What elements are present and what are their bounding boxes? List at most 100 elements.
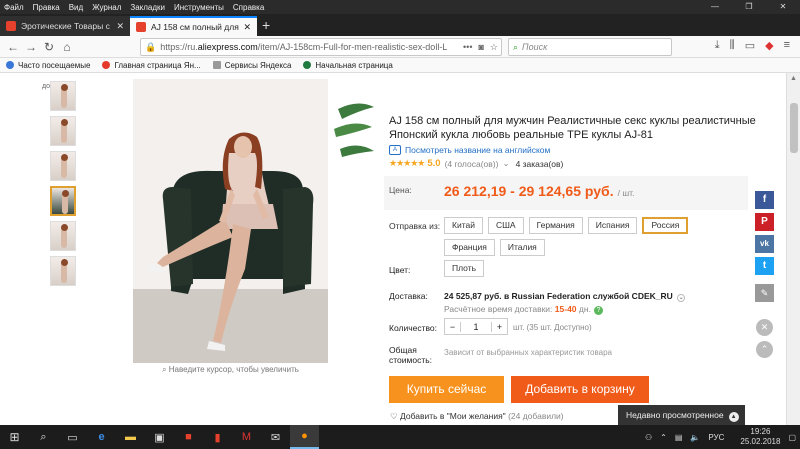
windows-start-icon[interactable]: ⊞	[0, 425, 29, 449]
notifications-icon[interactable]: ▢	[788, 433, 796, 442]
thumbnail-head	[61, 84, 68, 91]
close-tab-icon[interactable]: ✕	[243, 22, 251, 33]
color-option-flesh[interactable]: Плоть	[444, 260, 485, 277]
scroll-up-arrow-icon[interactable]: ▲	[790, 75, 797, 82]
ship-option-russia[interactable]: Россия	[642, 217, 689, 234]
search-icon[interactable]: ⌕	[29, 425, 58, 449]
search-box[interactable]: ⌕ Поиск	[508, 38, 672, 56]
library-icon[interactable]: ⫼	[730, 39, 735, 52]
app-icon[interactable]: M	[232, 425, 261, 449]
thumbnail[interactable]	[50, 116, 76, 146]
minimize-icon[interactable]: —	[698, 0, 732, 14]
extension-icon[interactable]: ◆	[765, 39, 773, 52]
thumbnail-selected[interactable]	[50, 186, 76, 216]
tab-erotic-goods[interactable]: Эротические Товары с беспл ✕	[0, 16, 130, 36]
ship-option-italy[interactable]: Италия	[499, 239, 545, 256]
ship-option-china[interactable]: Китай	[444, 217, 483, 234]
ship-option-france[interactable]: Франция	[444, 239, 495, 256]
bookmarks-bar: Часто посещаемые Главная страница Ян... …	[0, 58, 800, 73]
reload-icon[interactable]: ↻	[40, 40, 58, 54]
menu-history[interactable]: Журнал	[92, 3, 121, 12]
thumbnail[interactable]	[50, 81, 76, 111]
decrease-button[interactable]: −	[445, 321, 461, 332]
ship-option-spain[interactable]: Испания	[587, 217, 638, 234]
bookmark-yandex-services[interactable]: Сервисы Яндекса	[212, 61, 291, 70]
scrollbar-thumb[interactable]	[790, 103, 798, 153]
restore-icon[interactable]: ❐	[732, 0, 766, 14]
total-value: Зависит от выбранных характеристик товар…	[444, 348, 612, 357]
delivery-info[interactable]: 24 525,87 руб. в Russian Federation служ…	[444, 291, 686, 302]
add-to-cart-button[interactable]: Добавить в корзину	[511, 376, 649, 403]
pdf-app-icon[interactable]: ▮	[203, 425, 232, 449]
bookmark-yandex-home[interactable]: Главная страница Ян...	[102, 61, 201, 70]
main-product-image[interactable]	[133, 79, 328, 363]
total-label-text: Общая стоимость:	[389, 345, 433, 365]
menu-edit[interactable]: Правка	[33, 3, 60, 12]
new-tab-icon[interactable]: +	[262, 16, 270, 34]
ship-option-usa[interactable]: США	[487, 217, 524, 234]
chevron-up-icon[interactable]: ⌃	[660, 433, 667, 442]
facebook-icon[interactable]: f	[755, 191, 774, 209]
bookmark-frequent[interactable]: Часто посещаемые	[6, 61, 90, 70]
menu-icon[interactable]: ≡	[784, 39, 790, 52]
menu-tools[interactable]: Инструменты	[174, 3, 224, 12]
vk-icon[interactable]: vk	[755, 235, 774, 253]
plant-image	[334, 103, 374, 157]
recently-viewed-label: Недавно просмотренное	[626, 410, 724, 420]
menu-view[interactable]: Вид	[69, 3, 83, 12]
mail-icon[interactable]: ✉	[261, 425, 290, 449]
clock[interactable]: 19:26 25.02.2018	[732, 427, 780, 447]
thumbnail[interactable]	[50, 256, 76, 286]
quantity-input[interactable]: 1	[461, 322, 491, 332]
chevron-down-icon[interactable]: ⌄	[502, 158, 509, 169]
network-icon[interactable]: ▤	[675, 433, 683, 442]
pinterest-icon[interactable]: P	[755, 213, 774, 231]
scroll-up-icon[interactable]: ⌃	[756, 341, 773, 358]
bookmark-label: Начальная страница	[315, 60, 393, 70]
mail-app-icon[interactable]: ■	[174, 425, 203, 449]
forward-icon[interactable]: →	[22, 40, 40, 54]
ship-option-germany[interactable]: Германия	[528, 217, 583, 234]
recently-viewed-panel[interactable]: Недавно просмотренное ▲	[618, 405, 745, 425]
home-icon[interactable]: ⌂	[58, 40, 76, 54]
zoom-hint: ⌕ Наведите курсор, чтобы увеличить	[133, 365, 328, 375]
chevron-down-icon[interactable]: ⌄	[677, 294, 686, 302]
bookmark-star-icon[interactable]: ☆	[490, 42, 498, 53]
wishlist-link[interactable]: ♡ Добавить в "Мои желания" (24 добавили)	[390, 411, 564, 422]
page-actions-icon[interactable]: •••	[463, 42, 472, 52]
bookmark-start-page[interactable]: Начальная страница	[303, 60, 393, 70]
thumbnail[interactable]	[50, 221, 76, 251]
download-icon[interactable]: ⤓	[715, 39, 720, 52]
pocket-icon[interactable]: ◙	[478, 42, 483, 52]
edge-icon[interactable]: e	[87, 425, 116, 449]
tab-product[interactable]: AJ 158 см полный для мужчин ✕	[130, 16, 257, 36]
help-icon[interactable]: ?	[593, 306, 603, 315]
buy-now-button[interactable]: Купить сейчас	[389, 376, 504, 403]
menu-bookmarks[interactable]: Закладки	[130, 3, 165, 12]
volume-icon[interactable]: 🔈	[690, 433, 700, 442]
firefox-icon[interactable]: ●	[290, 425, 319, 449]
share-buttons: f P vk t	[755, 191, 774, 279]
sidebar-icon[interactable]: ▭	[745, 39, 755, 52]
increase-button[interactable]: +	[491, 321, 507, 332]
file-explorer-icon[interactable]: ▬	[116, 425, 145, 449]
menu-help[interactable]: Справка	[233, 3, 264, 12]
back-icon[interactable]: ←	[4, 40, 22, 54]
edit-pencil-icon[interactable]: ✎	[755, 284, 774, 302]
thumbnail[interactable]	[50, 151, 76, 181]
task-view-icon[interactable]: ▭	[58, 425, 87, 449]
close-window-icon[interactable]: ✕	[766, 0, 800, 14]
votes-count[interactable]: (4 голоса(ов))	[445, 159, 499, 169]
menu-file[interactable]: Файл	[4, 3, 24, 12]
store-icon[interactable]: ▣	[145, 425, 174, 449]
twitter-icon[interactable]: t	[755, 257, 774, 275]
close-circle-icon[interactable]: ✕	[756, 319, 773, 336]
language-indicator[interactable]: РУС	[708, 433, 724, 442]
magnifier-icon: ⌕	[162, 365, 169, 374]
english-title-link[interactable]: A Посмотреть название на английском	[389, 145, 550, 155]
close-tab-icon[interactable]: ✕	[116, 21, 124, 32]
page-scrollbar[interactable]: ▲	[786, 73, 800, 425]
address-bar[interactable]: 🔒 https://ru.aliexpress.com/item/AJ-158c…	[140, 38, 502, 56]
lock-icon: 🔒	[145, 41, 157, 52]
people-icon[interactable]: ⚇	[645, 433, 652, 442]
